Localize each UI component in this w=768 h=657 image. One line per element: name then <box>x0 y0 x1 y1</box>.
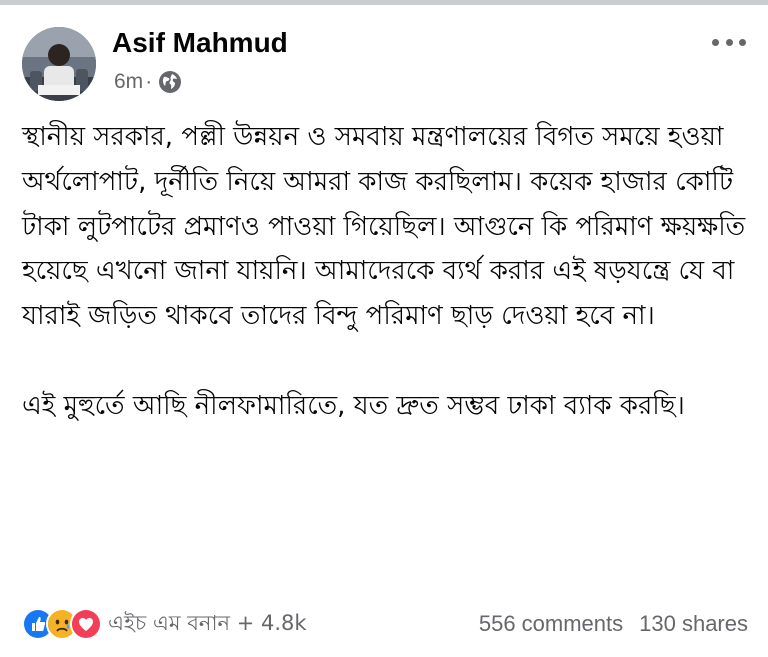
more-horizontal-icon[interactable] <box>712 29 746 55</box>
more-dot <box>712 38 719 46</box>
post-meta: 6m · <box>114 67 182 97</box>
facebook-post: Asif Mahmud 6m · স্থানীয় সরকার, পল্লী উ… <box>0 5 768 657</box>
avatar[interactable] <box>22 27 96 101</box>
comments-count[interactable]: 556 comments <box>479 611 623 637</box>
more-dot <box>725 38 733 46</box>
author-name[interactable]: Asif Mahmud <box>112 23 288 63</box>
shares-count[interactable]: 130 shares <box>639 611 748 637</box>
globe-icon[interactable] <box>158 70 182 94</box>
meta-separator: · <box>145 70 153 93</box>
post-paragraph: এই মুহুর্তে আছি নীলফামারিতে, যত দ্রুত সম… <box>22 390 685 421</box>
avatar-photo <box>22 27 96 101</box>
post-body: স্থানীয় সরকার, পল্লী উন্নয়ন ও সমবায় ম… <box>22 115 748 429</box>
engagement-counts: 556 comments 130 shares <box>479 608 748 640</box>
more-dot <box>739 38 746 46</box>
reactions-summary[interactable]: এইচ এম বনান + 4.8k <box>22 608 307 640</box>
post-timestamp[interactable]: 6m <box>114 70 143 94</box>
love-icon <box>70 608 102 640</box>
reactions-text[interactable]: এইচ এম বনান + 4.8k <box>108 607 307 642</box>
post-paragraph: স্থানীয় সরকার, পল্লী উন্নয়ন ও সমবায় ম… <box>22 122 746 332</box>
post-header: Asif Mahmud 6m · <box>22 23 746 103</box>
post-footer: এইচ এম বনান + 4.8k 556 comments 130 shar… <box>22 601 748 645</box>
